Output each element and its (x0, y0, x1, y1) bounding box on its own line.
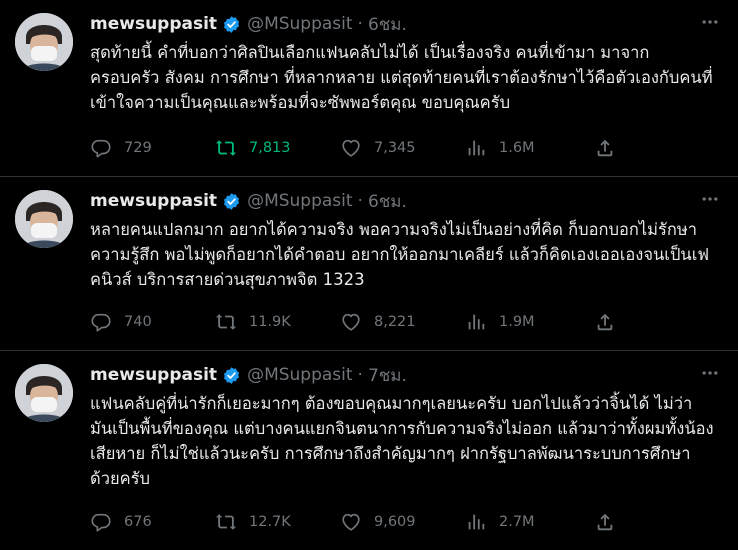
retweet-button[interactable]: 11.9K (215, 311, 340, 333)
tweet-header: mewsuppasit @MSuppasit · 7ชม. (90, 363, 722, 387)
like-button[interactable]: 8,221 (340, 311, 465, 333)
retweet-count: 12.7K (249, 514, 291, 530)
tweet-actions: 740 11.9K 8,221 1.9M (90, 311, 722, 333)
views-chart-icon (468, 140, 485, 156)
avatar[interactable] (15, 190, 73, 248)
like-count: 9,609 (374, 514, 416, 530)
tweet[interactable]: mewsuppasit @MSuppasit · 6ชม. หลายคนแปลก… (0, 177, 738, 351)
user-handle[interactable]: @MSuppasit (247, 14, 352, 34)
more-dots-icon[interactable] (698, 361, 722, 385)
tweet[interactable]: mewsuppasit @MSuppasit · 6ชม. สุดท้ายนี้… (0, 0, 738, 177)
heart-icon (342, 513, 360, 531)
views-button[interactable]: 2.7M (465, 511, 594, 533)
views-count: 1.6M (499, 140, 535, 156)
retweet-count: 11.9K (249, 314, 291, 330)
separator-dot: · (357, 14, 363, 34)
like-button[interactable]: 7,345 (340, 137, 465, 159)
timeline-feed: mewsuppasit @MSuppasit · 6ชม. สุดท้ายนี้… (0, 0, 738, 550)
share-icon (597, 313, 613, 331)
user-handle[interactable]: @MSuppasit (247, 365, 352, 385)
tweet[interactable]: mewsuppasit @MSuppasit · 7ชม. แฟนคลับคู่… (0, 351, 738, 550)
retweet-count: 7,813 (249, 140, 291, 156)
tweet-text: สุดท้ายนี้ คำที่บอกว่าศิลปินเลือกแฟนคลับ… (90, 43, 713, 112)
share-button[interactable] (594, 511, 628, 533)
more-dots-icon[interactable] (698, 10, 722, 34)
reply-count: 676 (124, 514, 152, 530)
views-button[interactable]: 1.9M (465, 311, 594, 333)
views-chart-icon (468, 314, 485, 330)
separator-dot: · (357, 191, 363, 211)
reply-button[interactable]: 729 (90, 137, 215, 159)
timestamp[interactable]: 6ชม. (368, 11, 407, 38)
avatar[interactable] (15, 13, 73, 71)
reply-icon (91, 139, 111, 158)
heart-icon (342, 139, 360, 157)
reply-icon (91, 513, 111, 532)
display-name[interactable]: mewsuppasit (90, 365, 217, 385)
views-chart-icon (468, 514, 485, 530)
user-handle[interactable]: @MSuppasit (247, 191, 352, 211)
verified-badge-icon (222, 366, 241, 385)
share-button[interactable] (594, 311, 628, 333)
views-button[interactable]: 1.6M (465, 137, 594, 159)
avatar[interactable] (15, 364, 73, 422)
like-button[interactable]: 9,609 (340, 511, 465, 533)
retweet-button[interactable]: 7,813 (215, 137, 340, 159)
tweet-text: หลายคนแปลกมาก อยากได้ความจริง พอความจริง… (90, 220, 710, 289)
tweet-actions: 729 7,813 7,345 1.6M (90, 137, 722, 159)
reply-button[interactable]: 740 (90, 311, 215, 333)
share-icon (597, 139, 613, 157)
display-name[interactable]: mewsuppasit (90, 14, 217, 34)
verified-badge-icon (222, 15, 241, 34)
retweet-icon (215, 314, 237, 330)
more-dots-icon[interactable] (698, 187, 722, 211)
reply-count: 740 (124, 314, 152, 330)
views-count: 1.9M (499, 314, 535, 330)
reply-count: 729 (124, 140, 152, 156)
tweet-text: แฟนคลับคู่ที่น่ารักก็เยอะมากๆ ต้องขอบคุณ… (90, 394, 714, 488)
reply-icon (91, 313, 111, 332)
timestamp[interactable]: 6ชม. (368, 188, 407, 215)
separator-dot: · (357, 365, 363, 385)
tweet-header: mewsuppasit @MSuppasit · 6ชม. (90, 12, 722, 36)
views-count: 2.7M (499, 514, 535, 530)
timestamp[interactable]: 7ชม. (368, 362, 407, 389)
retweet-icon (215, 514, 237, 530)
display-name[interactable]: mewsuppasit (90, 191, 217, 211)
like-count: 7,345 (374, 140, 416, 156)
verified-badge-icon (222, 192, 241, 211)
like-count: 8,221 (374, 314, 416, 330)
share-icon (597, 513, 613, 531)
heart-icon (342, 313, 360, 331)
tweet-actions: 676 12.7K 9,609 2.7M (90, 511, 722, 533)
retweet-icon (215, 140, 237, 156)
retweet-button[interactable]: 12.7K (215, 511, 340, 533)
share-button[interactable] (594, 137, 628, 159)
tweet-header: mewsuppasit @MSuppasit · 6ชม. (90, 189, 722, 213)
reply-button[interactable]: 676 (90, 511, 215, 533)
